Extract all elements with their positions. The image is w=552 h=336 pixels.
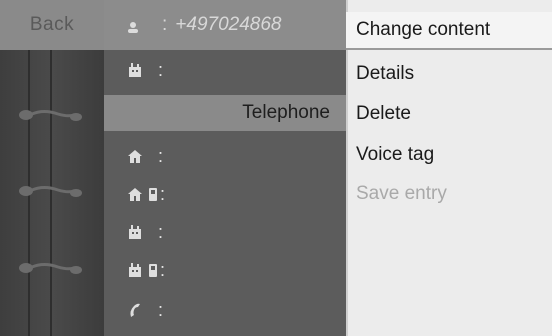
- mobile-phone-icon: [148, 262, 158, 278]
- field-colon: :: [160, 183, 166, 204]
- list-item-phone[interactable]: :: [104, 292, 346, 328]
- handset-hold-icon: [18, 260, 84, 276]
- menu-item-voice-tag[interactable]: Voice tag: [346, 135, 552, 175]
- menu-item-label: Voice tag: [356, 144, 435, 165]
- office-icon: [126, 61, 144, 79]
- home-icon: [126, 185, 144, 203]
- menu-item-details[interactable]: Details: [346, 54, 552, 94]
- field-colon: :: [158, 145, 164, 166]
- list-item-office[interactable]: :: [104, 52, 346, 88]
- person-icon: [126, 18, 140, 33]
- list-item-office[interactable]: :: [104, 214, 346, 250]
- entry-colon: :: [162, 14, 168, 35]
- background-strip: [0, 50, 104, 336]
- phone-number: +497024868: [175, 14, 282, 35]
- menu-item-delete[interactable]: Delete: [346, 94, 552, 134]
- field-colon: :: [160, 259, 166, 280]
- field-colon: :: [158, 221, 164, 242]
- options-menu: Change content Details Delete Voice tag …: [346, 0, 552, 336]
- list-item-label: Telephone: [242, 102, 330, 123]
- list-item-home[interactable]: :: [104, 138, 346, 174]
- home-icon: [126, 147, 144, 165]
- back-button[interactable]: Back: [0, 0, 104, 50]
- handset-hold-icon: [18, 107, 84, 123]
- menu-item-change-content[interactable]: Change content: [346, 12, 552, 50]
- menu-item-label: Change content: [356, 19, 491, 40]
- top-bar: Back : +497024868: [0, 0, 346, 50]
- entry-field-list: : Telephone : : :::: [104, 50, 346, 336]
- phone-handset-icon: [126, 301, 144, 319]
- office-icon: [126, 223, 144, 241]
- back-label: Back: [29, 14, 75, 35]
- list-item-office-mobile[interactable]: :: [104, 252, 346, 288]
- office-icon: [126, 261, 144, 279]
- menu-item-label: Save entry: [356, 183, 447, 204]
- mobile-phone-icon: [148, 186, 158, 202]
- list-item-home-mobile[interactable]: :: [104, 176, 346, 212]
- field-colon: :: [158, 299, 164, 320]
- screen: Back : +497024868 : Telephone ::::: …: [0, 0, 552, 336]
- field-colon: :: [158, 59, 164, 80]
- menu-item-label: Delete: [356, 103, 411, 124]
- menu-item-label: Details: [356, 63, 415, 84]
- list-item-telephone[interactable]: Telephone: [104, 95, 346, 131]
- menu-item-save-entry: Save entry: [346, 174, 552, 214]
- entry-header: : +497024868: [104, 0, 346, 50]
- handset-hold-icon: [18, 183, 84, 199]
